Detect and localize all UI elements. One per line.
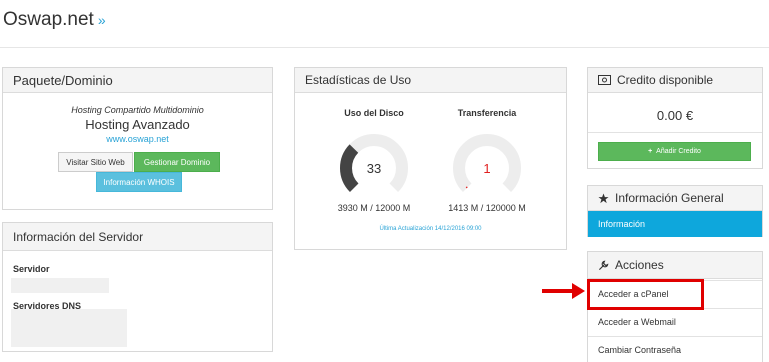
credit-divider — [588, 132, 762, 133]
add-credit-label: Añadir Credito — [656, 148, 701, 155]
server-panel: Información del Servidor Servidor Servid… — [2, 222, 273, 352]
server-label: Servidor — [13, 264, 50, 274]
server-panel-title: Información del Servidor — [13, 229, 144, 244]
actions-panel-header: Acciones — [588, 252, 762, 279]
disk-gauge-title: Uso del Disco — [344, 108, 404, 118]
transfer-gauge-value: 1 — [483, 161, 490, 176]
server-panel-header: Información del Servidor — [3, 223, 272, 251]
credit-amount: 0.00 € — [656, 108, 694, 123]
transfer-usage-caption: 1413 M / 120000 M — [448, 203, 526, 213]
package-panel: Paquete/Dominio Hosting Compartido Multi… — [2, 67, 273, 210]
usage-stats-title: Estadísticas de Uso — [305, 73, 412, 87]
general-info-title: Información General — [615, 191, 724, 205]
usage-stats-panel: Estadísticas de Uso Uso del Disco Transf… — [294, 67, 567, 250]
actions-panel-title: Acciones — [615, 258, 664, 272]
package-name: Hosting Avanzado — [85, 117, 190, 132]
usage-stats-header: Estadísticas de Uso — [295, 68, 566, 93]
package-panel-header: Paquete/Dominio — [3, 68, 272, 93]
plus-icon: + — [648, 148, 653, 155]
arrow-right-icon — [542, 283, 585, 299]
star-icon — [598, 192, 609, 204]
money-icon — [598, 75, 611, 85]
credit-panel-title: Credito disponible — [617, 73, 714, 87]
general-info-panel: Información General Información — [587, 185, 763, 237]
site-title: Oswap.net» — [3, 9, 106, 31]
highlight-box — [587, 279, 704, 310]
action-change-password[interactable]: Cambiar Contraseña — [588, 336, 762, 362]
action-webmail[interactable]: Acceder a Webmail — [588, 308, 762, 334]
chevron-right-icon[interactable]: » — [98, 12, 106, 28]
transfer-gauge-title: Transferencia — [457, 108, 517, 118]
disk-usage-gauge: 33 — [340, 134, 408, 193]
package-url-link[interactable]: www.oswap.net — [3, 134, 272, 144]
visit-site-button[interactable]: Visitar Sitio Web — [58, 152, 133, 172]
package-panel-title: Paquete/Dominio — [13, 72, 113, 88]
whois-button[interactable]: Información WHOIS — [96, 172, 182, 192]
credit-panel: Credito disponible 0.00 € + Añadir Credit… — [587, 67, 763, 169]
credit-panel-header: Credito disponible — [588, 68, 762, 93]
stats-last-update: Última Actualización 14/12/2016 09:00 — [379, 226, 482, 232]
disk-gauge-fill — [340, 144, 359, 193]
manage-domain-button[interactable]: Gestionar Dominio — [134, 152, 220, 172]
disk-gauge-value: 33 — [367, 161, 381, 176]
header-divider — [0, 47, 769, 48]
package-type: Hosting Compartido Multidominio — [71, 105, 204, 115]
general-info-header: Información General — [588, 186, 762, 211]
dns-value-redacted — [11, 309, 127, 347]
transfer-gauge-fill — [465, 186, 468, 189]
info-menu-item[interactable]: Información — [588, 211, 762, 237]
transfer-usage-gauge: 1 — [453, 134, 521, 193]
disk-usage-caption: 3930 M / 12000 M — [337, 203, 411, 213]
add-credit-button[interactable]: + Añadir Credito — [598, 142, 751, 161]
server-value-redacted — [11, 278, 109, 293]
site-title-text: Oswap.net — [3, 9, 94, 30]
wrench-icon — [598, 260, 609, 271]
